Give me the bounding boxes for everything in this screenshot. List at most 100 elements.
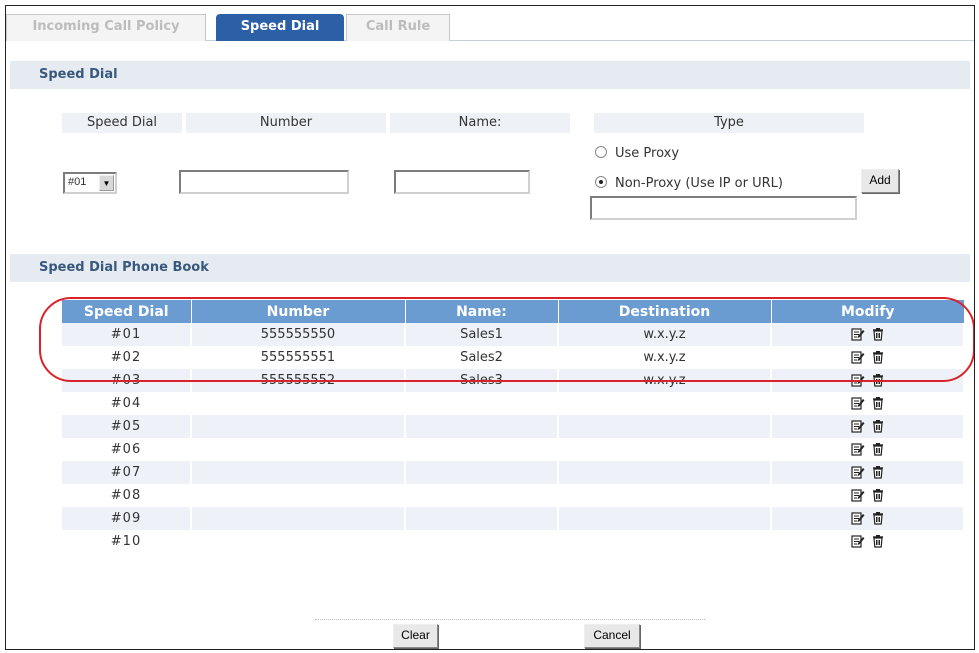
table-row: #03 555555552 Sales3 w.x.y.z — [62, 369, 965, 392]
chevron-down-icon[interactable]: ▼ — [99, 175, 114, 191]
phone-book-table: Speed Dial Number Name: Destination Modi… — [62, 300, 965, 553]
cell-destination: w.x.y.z — [558, 369, 772, 392]
cell-speed-dial: #08 — [62, 484, 192, 507]
name-input[interactable] — [394, 170, 530, 194]
cell-destination — [558, 530, 772, 553]
header-type: Type — [594, 113, 864, 133]
table-row: #08 — [62, 484, 965, 507]
cell-number — [191, 484, 406, 507]
delete-icon[interactable] — [871, 465, 885, 479]
cell-name — [405, 484, 559, 507]
col-modify: Modify — [771, 300, 964, 323]
col-destination: Destination — [558, 300, 772, 323]
edit-icon[interactable] — [850, 488, 865, 502]
destination-input[interactable] — [590, 196, 857, 220]
cell-speed-dial: #06 — [62, 438, 192, 461]
table-row: #09 — [62, 507, 965, 530]
cancel-button[interactable]: Cancel — [584, 624, 640, 648]
delete-icon[interactable] — [871, 442, 885, 456]
cell-name: Sales3 — [405, 369, 559, 392]
cell-name — [405, 461, 559, 484]
table-row: #01 555555550 Sales1 w.x.y.z — [62, 323, 965, 346]
edit-icon[interactable] — [850, 373, 865, 387]
cell-speed-dial: #04 — [62, 392, 192, 415]
radio-use-proxy-button[interactable] — [595, 146, 607, 158]
cell-destination: w.x.y.z — [558, 346, 772, 369]
cell-speed-dial: #01 — [62, 323, 192, 346]
phone-book-rows: #01 555555550 Sales1 w.x.y.z #02 555555551 Sal… — [62, 323, 965, 553]
cell-number — [191, 392, 406, 415]
radio-use-proxy-label: Use Proxy — [615, 146, 680, 161]
cell-destination — [558, 484, 772, 507]
cell-number: 555555550 — [191, 323, 406, 346]
cell-number: 555555552 — [191, 369, 406, 392]
cell-modify — [771, 369, 965, 392]
delete-icon[interactable] — [871, 488, 885, 502]
cell-name — [405, 530, 559, 553]
edit-icon[interactable] — [850, 442, 865, 456]
radio-use-proxy[interactable]: Use Proxy — [595, 145, 679, 163]
delete-icon[interactable] — [871, 396, 885, 410]
edit-icon[interactable] — [850, 511, 865, 525]
col-name: Name: — [405, 300, 559, 323]
radio-non-proxy[interactable]: Non-Proxy (Use IP or URL) — [595, 175, 783, 193]
cell-number — [191, 438, 406, 461]
radio-non-proxy-label: Non-Proxy (Use IP or URL) — [615, 176, 783, 191]
table-header-row: Speed Dial Number Name: Destination Modi… — [62, 300, 964, 323]
cell-number — [191, 415, 406, 438]
cell-modify — [771, 507, 965, 530]
edit-icon[interactable] — [850, 534, 865, 548]
cell-modify — [771, 323, 965, 346]
cell-speed-dial: #02 — [62, 346, 192, 369]
radio-non-proxy-button[interactable] — [595, 176, 607, 188]
speed-dial-select[interactable]: #01 ▼ — [63, 172, 117, 194]
cell-name — [405, 438, 559, 461]
header-number: Number — [186, 113, 386, 133]
cell-name — [405, 415, 559, 438]
cell-modify — [771, 461, 965, 484]
add-button[interactable]: Add — [861, 169, 899, 193]
edit-icon[interactable] — [850, 396, 865, 410]
tab-bar: Incoming Call Policy Speed Dial Call Rul… — [6, 6, 974, 41]
col-number: Number — [191, 300, 406, 323]
cell-number — [191, 530, 406, 553]
delete-icon[interactable] — [871, 511, 885, 525]
number-input[interactable] — [179, 170, 349, 194]
edit-icon[interactable] — [850, 327, 865, 341]
cell-modify — [771, 438, 965, 461]
cell-destination — [558, 392, 772, 415]
clear-button[interactable]: Clear — [393, 624, 438, 648]
delete-icon[interactable] — [871, 350, 885, 364]
cell-number — [191, 507, 406, 530]
delete-icon[interactable] — [871, 419, 885, 433]
edit-icon[interactable] — [850, 419, 865, 433]
cell-name — [405, 507, 559, 530]
header-name: Name: — [390, 113, 570, 133]
cell-modify — [771, 484, 965, 507]
cell-name: Sales2 — [405, 346, 559, 369]
cell-speed-dial: #10 — [62, 530, 192, 553]
cell-speed-dial: #07 — [62, 461, 192, 484]
cell-destination — [558, 415, 772, 438]
edit-icon[interactable] — [850, 350, 865, 364]
cell-destination — [558, 507, 772, 530]
table-row: #05 — [62, 415, 965, 438]
edit-icon[interactable] — [850, 465, 865, 479]
cell-modify — [771, 530, 965, 553]
delete-icon[interactable] — [871, 373, 885, 387]
cell-speed-dial: #03 — [62, 369, 192, 392]
tab-incoming-call-policy[interactable]: Incoming Call Policy — [6, 14, 206, 41]
delete-icon[interactable] — [871, 327, 885, 341]
tab-call-rule[interactable]: Call Rule — [346, 14, 450, 41]
delete-icon[interactable] — [871, 534, 885, 548]
cell-modify — [771, 346, 965, 369]
table-row: #10 — [62, 530, 965, 553]
table-row: #02 555555551 Sales2 w.x.y.z — [62, 346, 965, 369]
phone-book-section-title: Speed Dial Phone Book — [10, 254, 970, 282]
tab-speed-dial[interactable]: Speed Dial — [216, 14, 344, 41]
cell-speed-dial: #09 — [62, 507, 192, 530]
divider — [315, 619, 705, 620]
cell-destination — [558, 438, 772, 461]
table-row: #07 — [62, 461, 965, 484]
cell-modify — [771, 392, 965, 415]
